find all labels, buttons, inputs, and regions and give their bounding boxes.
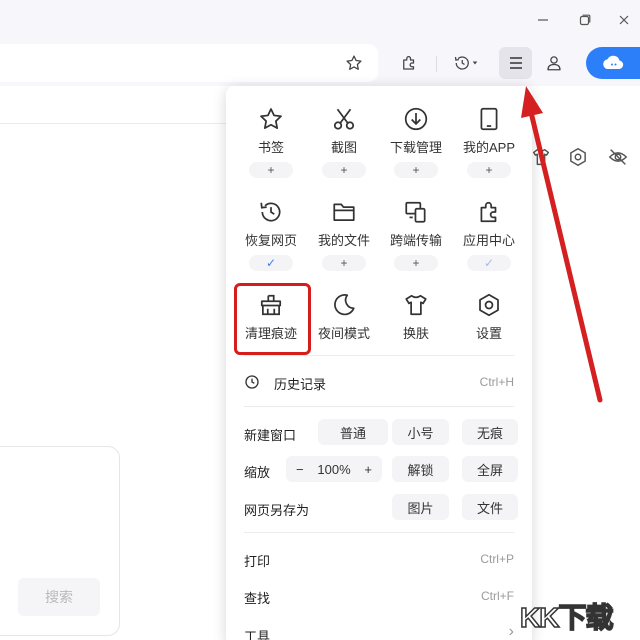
- menu-divider: [244, 355, 514, 356]
- clock-icon: [245, 375, 259, 389]
- new-small-window-button[interactable]: 小号: [392, 419, 449, 445]
- close-icon[interactable]: [612, 8, 636, 32]
- zoom-in-button[interactable]: +: [364, 462, 372, 477]
- settings-icon: [479, 293, 499, 317]
- zoom-label: 缩放: [244, 465, 271, 480]
- add-badge[interactable]: +: [249, 162, 293, 178]
- zoom-out-button[interactable]: −: [296, 462, 304, 477]
- toolbar-divider: [436, 56, 437, 72]
- tile-label: 恢复网页: [244, 233, 297, 248]
- tile-label: 我的文件: [317, 233, 370, 248]
- new-normal-window-button[interactable]: 普通: [318, 419, 388, 445]
- main-menu-button[interactable]: [499, 47, 532, 79]
- add-badge[interactable]: +: [394, 255, 438, 271]
- find-shortcut: Ctrl+F: [481, 589, 514, 603]
- page-divider: [0, 123, 226, 124]
- moon-icon: [334, 294, 355, 316]
- search-button[interactable]: 搜索: [18, 578, 100, 616]
- tile-label: 夜间模式: [317, 326, 370, 341]
- address-bar[interactable]: [0, 44, 378, 82]
- title-bar: [0, 0, 640, 40]
- tile-label: 跨端传输: [389, 233, 442, 248]
- highlight-box: [234, 283, 311, 355]
- bookmark-star-icon[interactable]: [340, 48, 368, 78]
- tile-downloads[interactable]: 下载管理 +: [381, 106, 451, 178]
- tile-change-skin[interactable]: 换肤: [381, 292, 451, 342]
- watermark-logo: KK下载: [519, 601, 614, 634]
- menu-item-tools[interactable]: 工具 ›: [226, 620, 532, 640]
- add-badge[interactable]: +: [467, 162, 511, 178]
- cloud-sync-button[interactable]: [586, 47, 640, 79]
- zoom-unlock-button[interactable]: 解锁: [392, 456, 449, 482]
- added-check-badge[interactable]: ✓: [467, 255, 511, 271]
- tile-app-center[interactable]: 应用中心 ✓: [454, 199, 524, 271]
- app-icon: [480, 107, 498, 131]
- restore-icon[interactable]: [573, 8, 597, 32]
- add-badge[interactable]: +: [394, 162, 438, 178]
- add-badge[interactable]: +: [322, 255, 366, 271]
- browser-toolbar: [0, 40, 640, 86]
- tile-bookmarks[interactable]: 书签 +: [236, 106, 306, 178]
- fullscreen-button[interactable]: 全屏: [462, 456, 518, 482]
- tile-settings[interactable]: 设置: [454, 292, 524, 342]
- menu-item-print[interactable]: 打印 Ctrl+P: [226, 544, 532, 572]
- zoom-level: 100%: [317, 461, 351, 477]
- minimize-icon[interactable]: [531, 8, 555, 32]
- tile-restore-pages[interactable]: 恢复网页 ✓: [236, 199, 306, 271]
- tile-night-mode[interactable]: 夜间模式: [309, 292, 379, 342]
- tile-label: 应用中心: [462, 233, 515, 248]
- history-dropdown-icon[interactable]: [448, 48, 484, 78]
- menu-divider: [244, 406, 514, 407]
- add-badge[interactable]: +: [322, 162, 366, 178]
- print-shortcut: Ctrl+P: [480, 552, 514, 566]
- menu-divider: [244, 532, 514, 533]
- main-menu-dropdown: 书签 + 截图 + 下载管理 + 我的APP + 恢复网页 ✓ 我的文件 + 跨…: [226, 86, 532, 640]
- zoom-control: − 100% +: [286, 456, 382, 482]
- history-label: 历史记录: [274, 377, 327, 392]
- account-icon[interactable]: [540, 48, 568, 78]
- transfer-icon: [405, 201, 426, 223]
- find-label: 查找: [244, 591, 271, 606]
- added-check-badge[interactable]: ✓: [249, 255, 293, 271]
- tile-label: 换肤: [402, 326, 429, 341]
- eye-off-side-icon[interactable]: [607, 146, 631, 170]
- chevron-right-icon: ›: [508, 623, 514, 640]
- puzzle-icon: [480, 201, 497, 223]
- save-as-label: 网页另存为: [244, 503, 310, 518]
- cloud-icon: [603, 55, 624, 69]
- shirt-side-icon[interactable]: [530, 146, 554, 170]
- menu-item-history[interactable]: 历史记录 Ctrl+H: [226, 367, 532, 397]
- tile-label: 截图: [330, 140, 357, 155]
- settings-side-icon[interactable]: [567, 146, 591, 170]
- history-shortcut: Ctrl+H: [479, 375, 514, 389]
- save-as-image-button[interactable]: 图片: [392, 494, 449, 520]
- download-icon: [404, 107, 428, 131]
- tile-cross-device-transfer[interactable]: 跨端传输 +: [381, 199, 451, 271]
- tile-label: 下载管理: [389, 140, 442, 155]
- tile-label: 书签: [257, 140, 284, 155]
- star-icon: [260, 108, 282, 129]
- new-incognito-window-button[interactable]: 无痕: [462, 419, 518, 445]
- tile-my-app[interactable]: 我的APP +: [454, 106, 524, 178]
- tools-label: 工具: [244, 629, 271, 640]
- folder-icon: [333, 203, 355, 221]
- extensions-icon[interactable]: [395, 48, 423, 78]
- restore-page-icon: [260, 202, 281, 222]
- menu-icon: [509, 57, 522, 69]
- print-label: 打印: [244, 554, 271, 569]
- new-window-label: 新建窗口: [244, 428, 297, 443]
- scissors-icon: [333, 108, 355, 130]
- tile-label: 设置: [475, 326, 502, 341]
- tile-label: 我的APP: [462, 140, 515, 155]
- menu-item-find[interactable]: 查找 Ctrl+F: [226, 582, 532, 610]
- tshirt-icon: [405, 294, 427, 316]
- tile-screenshot[interactable]: 截图 +: [309, 106, 379, 178]
- save-as-file-button[interactable]: 文件: [462, 494, 518, 520]
- tile-my-files[interactable]: 我的文件 +: [309, 199, 379, 271]
